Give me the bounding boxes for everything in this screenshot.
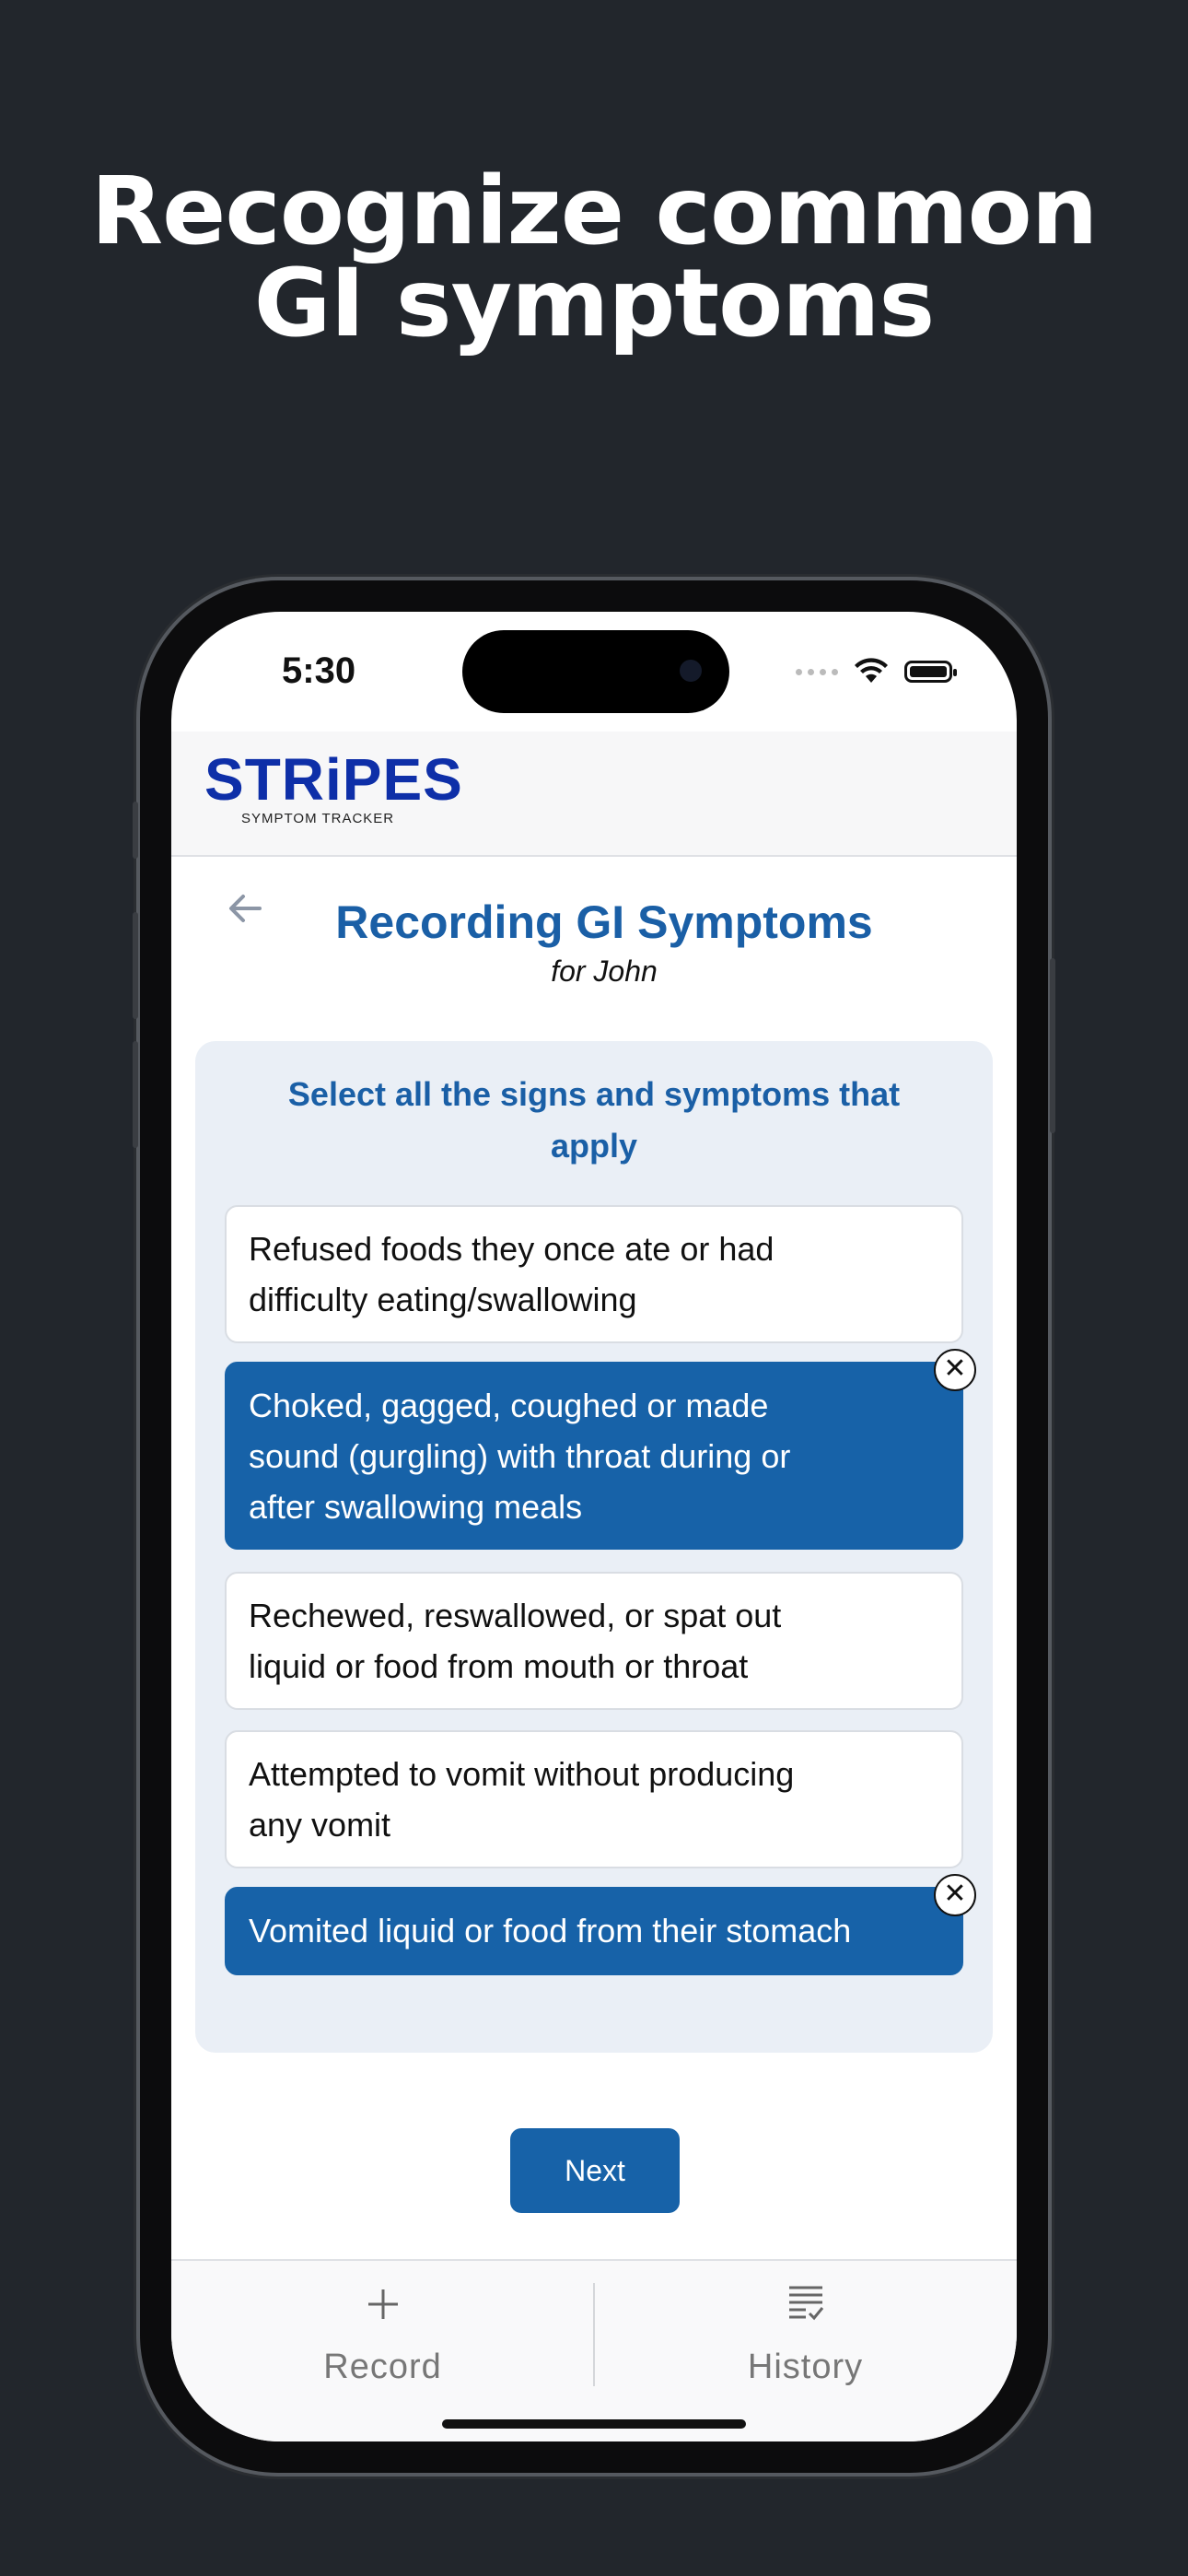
volume-down-button: [133, 1041, 138, 1148]
option-text-line: Rechewed, reswallowed, or spat out: [249, 1597, 782, 1634]
list-check-icon: [594, 2281, 1017, 2331]
battery-icon: [904, 661, 957, 683]
cellular-icon: [796, 668, 838, 675]
volume-up-button: [133, 912, 138, 1019]
phone-frame: 5:30 STRiPES SYMPTOM TRACKER Recording G…: [133, 580, 1055, 2473]
symptom-option[interactable]: Refused foods they once ate or had diffi…: [225, 1205, 963, 1343]
arrow-left-icon: [229, 895, 262, 922]
option-text-line: Attempted to vomit without producing: [249, 1755, 795, 1793]
option-text-line: Refused foods they once ate or had: [249, 1230, 775, 1268]
close-icon[interactable]: ✕: [934, 1349, 976, 1391]
status-time: 5:30: [282, 650, 356, 691]
silent-switch: [133, 802, 138, 859]
option-text-line: Choked, gagged, coughed or made: [249, 1387, 769, 1424]
wifi-icon: [855, 658, 888, 683]
symptom-option[interactable]: Attempted to vomit without producing any…: [225, 1730, 963, 1868]
tab-record-label: Record: [323, 2348, 442, 2386]
stripes-logo: STRiPES SYMPTOM TRACKER: [204, 750, 463, 826]
option-text-line: any vomit: [249, 1806, 391, 1844]
option-text-line: after swallowing meals: [249, 1488, 583, 1526]
tab-record[interactable]: Record: [171, 2261, 594, 2399]
app-header: STRiPES SYMPTOM TRACKER: [171, 732, 1017, 857]
option-text-line: Vomited liquid or food from their stomac…: [249, 1912, 852, 1950]
prompt-line-1: Select all the signs and symptoms that: [287, 1075, 901, 1113]
prompt-line-2: apply: [550, 1127, 638, 1165]
option-text-line: difficulty eating/swallowing: [249, 1281, 637, 1318]
home-indicator[interactable]: [442, 2419, 746, 2429]
symptom-prompt: Select all the signs and symptoms that a…: [232, 1069, 956, 1172]
headline-line-1: Recognize common: [90, 157, 1099, 266]
headline-line-2: GI symptoms: [253, 249, 936, 358]
close-icon[interactable]: ✕: [934, 1874, 976, 1916]
tab-history-label: History: [747, 2348, 864, 2386]
symptom-panel: Select all the signs and symptoms that a…: [195, 1041, 993, 2053]
option-text-line: sound (gurgling) with throat during or: [249, 1437, 791, 1475]
page-subtitle: for John: [551, 954, 658, 988]
phone-screen: 5:30 STRiPES SYMPTOM TRACKER Recording G…: [171, 612, 1017, 2441]
option-text-line: liquid or food from mouth or throat: [249, 1647, 749, 1685]
dynamic-island: [462, 630, 729, 713]
bottom-tab-bar: Record History: [171, 2259, 1017, 2441]
logo-tagline: SYMPTOM TRACKER: [241, 811, 395, 826]
status-bar: 5:30: [171, 612, 1017, 732]
symptom-option[interactable]: Rechewed, reswallowed, or spat out liqui…: [225, 1572, 963, 1710]
page-title: Recording GI Symptoms: [335, 896, 873, 948]
logo-wordmark: STRiPES: [204, 746, 463, 813]
status-icons: [796, 658, 957, 685]
camera-icon: [680, 660, 702, 682]
tab-history[interactable]: History: [594, 2261, 1017, 2399]
back-button[interactable]: [217, 886, 273, 942]
headline: Recognize common GI symptoms: [0, 157, 1188, 358]
symptom-option-selected[interactable]: Vomited liquid or food from their stomac…: [225, 1874, 976, 1975]
symptom-option-selected[interactable]: Choked, gagged, coughed or made sound (g…: [225, 1349, 976, 1550]
next-button[interactable]: Next: [510, 2128, 680, 2213]
plus-icon: [171, 2281, 594, 2331]
power-button: [1050, 958, 1055, 1133]
